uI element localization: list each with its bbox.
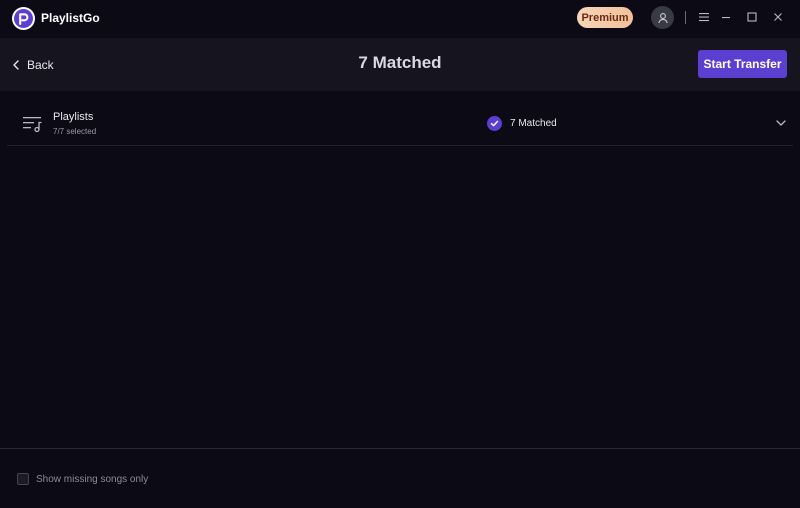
playlist-row[interactable]: Playlists 7/7 selected 7 Matched — [7, 101, 793, 146]
premium-button[interactable]: Premium — [577, 7, 633, 28]
check-icon — [487, 116, 502, 131]
playlist-icon — [23, 117, 42, 133]
chevron-down-icon[interactable] — [775, 117, 787, 129]
show-missing-checkbox[interactable] — [17, 473, 29, 485]
page-header: Back 7 Matched Start Transfer — [0, 38, 800, 91]
title-bar: PlaylistGo Premium — [0, 0, 800, 38]
match-status: 7 Matched — [487, 116, 557, 131]
user-icon[interactable] — [651, 6, 674, 29]
start-transfer-button[interactable]: Start Transfer — [698, 50, 787, 78]
minimize-icon[interactable] — [718, 9, 734, 25]
app-name: PlaylistGo — [41, 11, 100, 25]
playlist-selected-count: 7/7 selected — [53, 127, 97, 136]
menu-icon[interactable] — [696, 9, 712, 25]
page-title: 7 Matched — [358, 53, 442, 72]
show-missing-label: Show missing songs only — [36, 473, 149, 485]
footer-divider — [0, 448, 800, 449]
maximize-icon[interactable] — [744, 9, 760, 25]
app-logo-icon — [12, 7, 35, 30]
playlist-title: Playlists — [53, 111, 94, 123]
show-missing-toggle[interactable]: Show missing songs only — [17, 473, 148, 485]
match-status-text: 7 Matched — [510, 118, 557, 129]
close-icon[interactable] — [770, 9, 786, 25]
app-window: PlaylistGo Premium Back 7 Matched Start … — [0, 0, 800, 508]
titlebar-separator — [685, 11, 686, 24]
